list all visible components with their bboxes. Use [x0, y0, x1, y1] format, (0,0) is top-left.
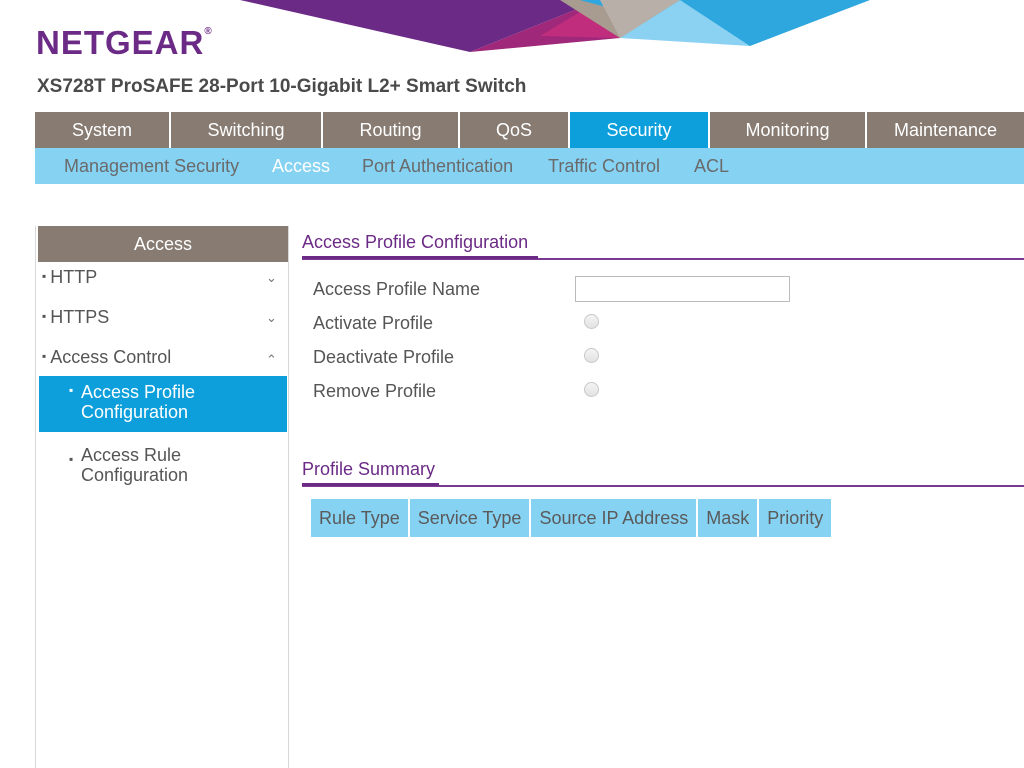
sidebar-sub-label-line1: Access Profile	[81, 382, 196, 402]
subnav-port-authentication[interactable]: Port Authentication	[362, 148, 513, 184]
profile-summary-table-header: Rule Type Service Type Source IP Address…	[311, 499, 834, 537]
bullet: ▪	[42, 349, 47, 363]
tab-switching[interactable]: Switching	[171, 112, 323, 148]
section-title-profile-summary: Profile Summary	[302, 459, 436, 479]
column-header-service-type: Service Type	[409, 499, 532, 537]
access-profile-name-input[interactable]	[575, 276, 790, 302]
subnav-traffic-control[interactable]: Traffic Control	[548, 148, 660, 184]
activate-profile-label: Activate Profile	[313, 313, 434, 333]
sidebar-item-label: HTTP	[50, 267, 98, 287]
subnav-access[interactable]: Access	[272, 148, 330, 184]
registered-mark: ®	[204, 26, 213, 37]
tab-monitoring[interactable]: Monitoring	[710, 112, 867, 148]
bullet: ▪	[42, 269, 47, 283]
bullet: ▪	[69, 452, 74, 466]
sidebar-sub-label-line2: Configuration	[81, 402, 189, 422]
sidebar-item-access-control[interactable]: ▪ Access Control	[42, 347, 171, 368]
section-title-underline	[302, 483, 439, 486]
sidebar-item-label: HTTPS	[50, 307, 110, 327]
section-title-profile-config: Access Profile Configuration	[302, 232, 529, 252]
bullet: ▪	[42, 309, 47, 323]
sidebar-item-access-profile-configuration[interactable]: ▪ Access Profile Configuration	[39, 376, 287, 432]
logo-text: NETGEAR	[36, 24, 205, 61]
access-profile-name-label: Access Profile Name	[313, 279, 481, 299]
tab-security[interactable]: Security	[570, 112, 710, 148]
tab-qos[interactable]: QoS	[460, 112, 570, 148]
sidebar: Access ▪ HTTP ⌄ ▪ HTTPS ⌄ ▪ Access Control …	[35, 226, 289, 768]
tab-system[interactable]: System	[35, 112, 171, 148]
chevron-down-icon[interactable]: ⌄	[266, 270, 277, 286]
section-title-underline	[302, 256, 538, 259]
column-header-priority: Priority	[759, 499, 834, 537]
sidebar-sub-label-line2: Configuration	[81, 465, 189, 485]
column-header-mask: Mask	[698, 499, 760, 537]
tab-routing[interactable]: Routing	[323, 112, 460, 148]
main-nav: System Switching Routing QoS Security Mo…	[35, 112, 1024, 148]
remove-profile-label: Remove Profile	[313, 381, 437, 401]
deactivate-profile-label: Deactivate Profile	[313, 347, 455, 367]
deactivate-profile-radio[interactable]	[584, 348, 599, 363]
column-header-source-ip-address: Source IP Address	[531, 499, 699, 537]
sidebar-heading: Access	[38, 226, 288, 262]
remove-profile-radio[interactable]	[584, 382, 599, 397]
column-header-rule-type: Rule Type	[311, 499, 410, 537]
subnav-acl[interactable]: ACL	[694, 148, 729, 184]
netgear-logo: NETGEAR®	[36, 24, 213, 62]
product-title: XS728T ProSAFE 28-Port 10-Gigabit L2+ Sm…	[37, 76, 527, 97]
tab-maintenance[interactable]: Maintenance	[867, 112, 1024, 148]
sidebar-item-label: Access Control	[50, 347, 172, 367]
subnav-management-security[interactable]: Management Security	[64, 148, 239, 184]
bullet: ▪	[69, 383, 74, 397]
sub-nav: Management Security Access Port Authenti…	[35, 148, 1024, 184]
chevron-up-icon[interactable]: ⌃	[266, 352, 277, 368]
sidebar-item-http[interactable]: ▪ HTTP	[42, 267, 97, 288]
chevron-down-icon[interactable]: ⌄	[266, 310, 277, 326]
sidebar-sub-label-line1: Access Rule	[81, 445, 182, 465]
sidebar-item-https[interactable]: ▪ HTTPS	[42, 307, 109, 328]
activate-profile-radio[interactable]	[584, 314, 599, 329]
sidebar-item-access-rule-configuration[interactable]: ▪ Access Rule Configuration	[39, 445, 287, 489]
